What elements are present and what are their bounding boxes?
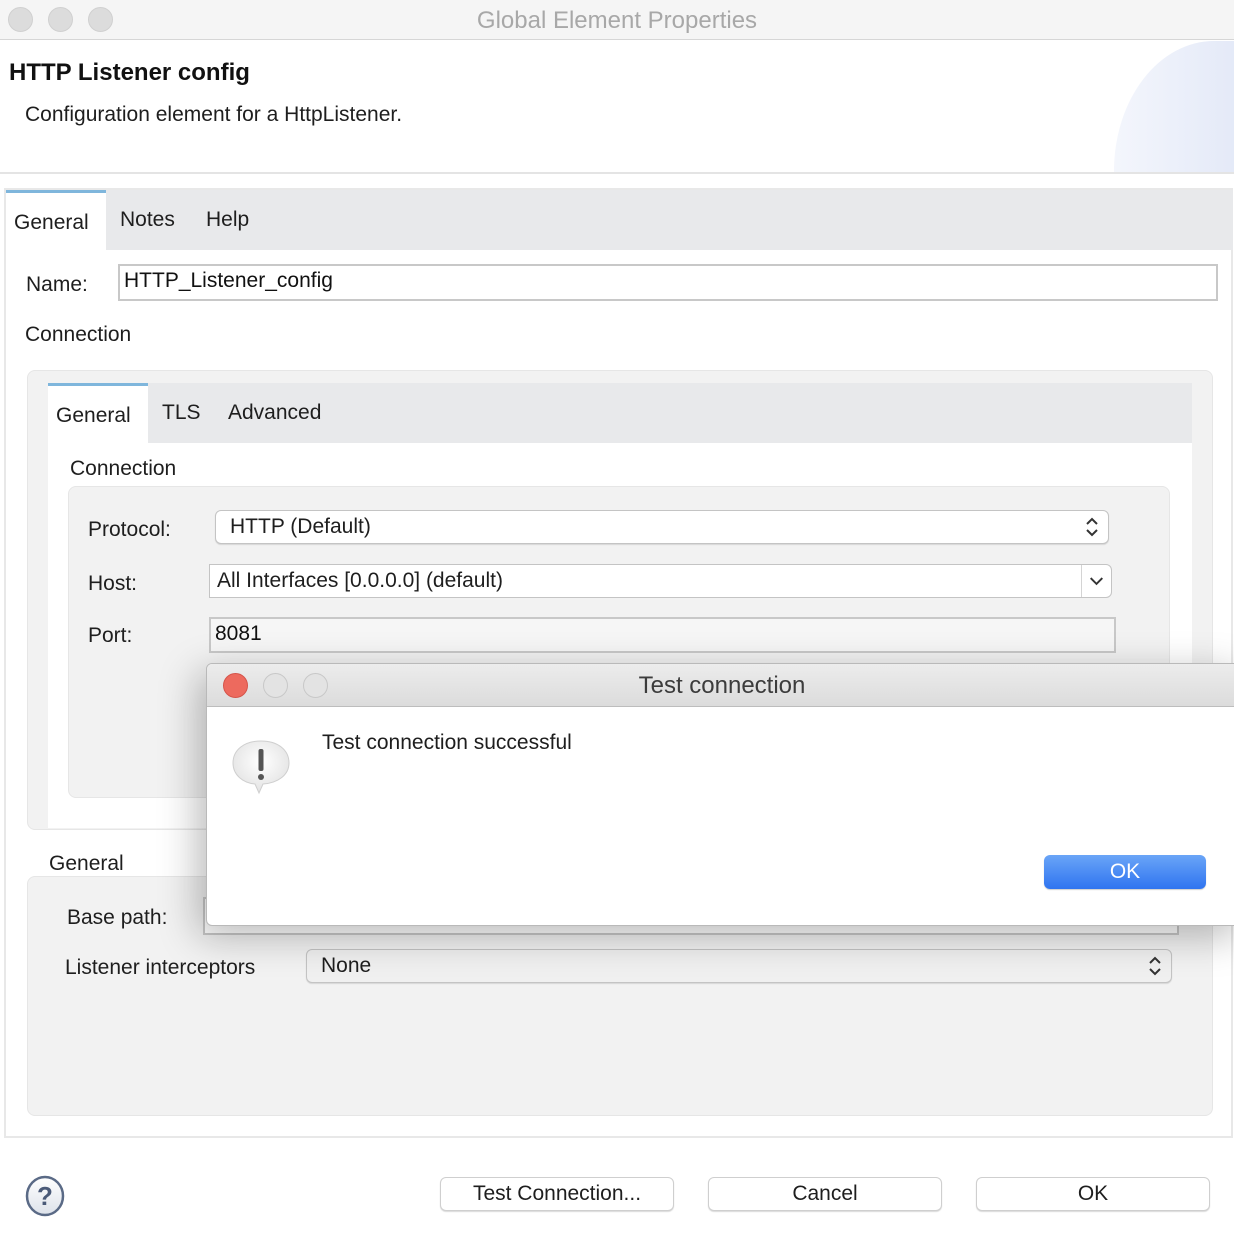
cancel-button[interactable]: Cancel — [708, 1177, 942, 1211]
inner-tab-general[interactable]: General — [48, 383, 148, 443]
dialog-titlebar: Test connection — [207, 664, 1234, 707]
dialog-ok-button[interactable]: OK — [1044, 855, 1206, 889]
up-down-chevron-icon — [1086, 517, 1098, 537]
dialog-header: HTTP Listener config Configuration eleme… — [0, 41, 1234, 174]
inner-tab-bar: General TLS Advanced — [48, 383, 1192, 443]
port-input[interactable]: 8081 — [209, 617, 1116, 653]
name-label: Name: — [26, 273, 88, 296]
tab-label: General — [56, 404, 131, 427]
protocol-select[interactable]: HTTP (Default) — [215, 510, 1109, 544]
tab-help[interactable]: Help — [206, 190, 249, 250]
dialog-title: Test connection — [638, 672, 806, 699]
host-value: All Interfaces [0.0.0.0] (default) — [217, 569, 503, 592]
tab-label: General — [14, 211, 89, 234]
tab-label: Help — [206, 208, 250, 231]
inner-tab-advanced[interactable]: Advanced — [228, 383, 321, 443]
svg-text:?: ? — [37, 1181, 53, 1211]
tab-label: TLS — [162, 401, 201, 424]
listener-interceptors-select[interactable]: None — [306, 949, 1172, 983]
protocol-value: HTTP (Default) — [230, 515, 371, 538]
inner-tab-tls[interactable]: TLS — [162, 383, 201, 443]
inner-connection-label: Connection — [70, 457, 177, 480]
listener-interceptors-label: Listener interceptors — [65, 956, 256, 979]
port-label: Port: — [88, 624, 133, 647]
test-connection-dialog: Test connection Test connection successf… — [206, 663, 1234, 926]
name-input[interactable]: HTTP_Listener_config — [118, 264, 1218, 301]
tab-label: Advanced — [228, 401, 322, 424]
dialog-message: Test connection successful — [322, 731, 572, 754]
alert-exclamation-icon — [232, 740, 290, 795]
header-decoration — [1114, 41, 1234, 172]
host-combo[interactable]: All Interfaces [0.0.0.0] (default) — [209, 564, 1112, 598]
ok-button[interactable]: OK — [976, 1177, 1210, 1211]
base-path-label: Base path: — [67, 906, 168, 929]
tab-bar: General Notes Help — [6, 190, 1233, 250]
tab-label: Notes — [120, 208, 175, 231]
header-title: HTTP Listener config — [9, 59, 250, 86]
connection-section-label: Connection — [25, 323, 132, 346]
question-mark-icon[interactable]: ? — [24, 1175, 66, 1217]
host-label: Host: — [88, 572, 138, 595]
window-titlebar: Global Element Properties — [0, 0, 1234, 40]
tab-notes[interactable]: Notes — [120, 190, 175, 250]
protocol-label: Protocol: — [88, 518, 171, 541]
general-section-label: General — [49, 852, 124, 875]
chevron-down-icon[interactable] — [1081, 565, 1111, 597]
up-down-chevron-icon — [1149, 956, 1161, 976]
header-description: Configuration element for a HttpListener… — [25, 103, 403, 126]
window-title: Global Element Properties — [476, 7, 758, 34]
interceptors-value: None — [321, 954, 372, 977]
test-connection-button[interactable]: Test Connection... — [440, 1177, 674, 1211]
tab-general[interactable]: General — [6, 190, 106, 250]
